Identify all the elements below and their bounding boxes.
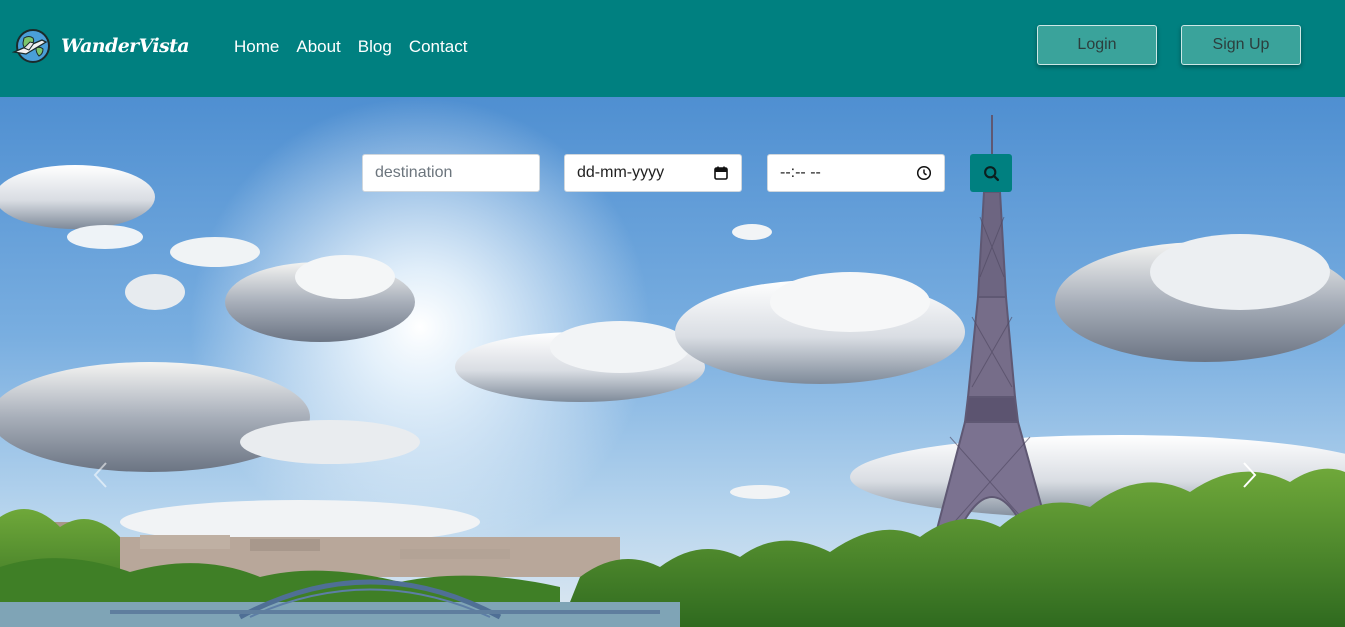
clock-icon[interactable] [916, 165, 932, 181]
calendar-icon[interactable] [713, 165, 729, 181]
destination-field[interactable] [362, 154, 540, 192]
nav-contact-link[interactable]: Contact [409, 36, 468, 58]
destination-input[interactable] [375, 164, 527, 182]
globe-plane-logo-icon [12, 29, 50, 63]
login-button[interactable]: Login [1037, 25, 1157, 65]
nav-about-link[interactable]: About [296, 36, 340, 58]
time-field[interactable]: --:-- -- [767, 154, 945, 192]
hero-carousel: dd-mm-yyyy --:-- -- [0, 97, 1345, 627]
search-icon [983, 165, 999, 181]
signup-button[interactable]: Sign Up [1181, 25, 1301, 65]
date-field[interactable]: dd-mm-yyyy [564, 154, 742, 192]
main-nav: Home About Blog Contact [234, 36, 484, 58]
date-input-value: dd-mm-yyyy [577, 164, 665, 181]
nav-home-link[interactable]: Home [234, 36, 279, 58]
brand[interactable]: WanderVista [12, 28, 190, 64]
time-input-value: --:-- -- [780, 164, 821, 181]
chevron-right-icon[interactable] [1238, 460, 1260, 490]
search-button[interactable] [970, 154, 1012, 192]
navbar: WanderVista Home About Blog Contact Logi… [0, 0, 1345, 97]
brand-name: WanderVista [61, 35, 190, 57]
nav-blog-link[interactable]: Blog [358, 36, 392, 58]
chevron-left-icon[interactable] [90, 460, 112, 490]
